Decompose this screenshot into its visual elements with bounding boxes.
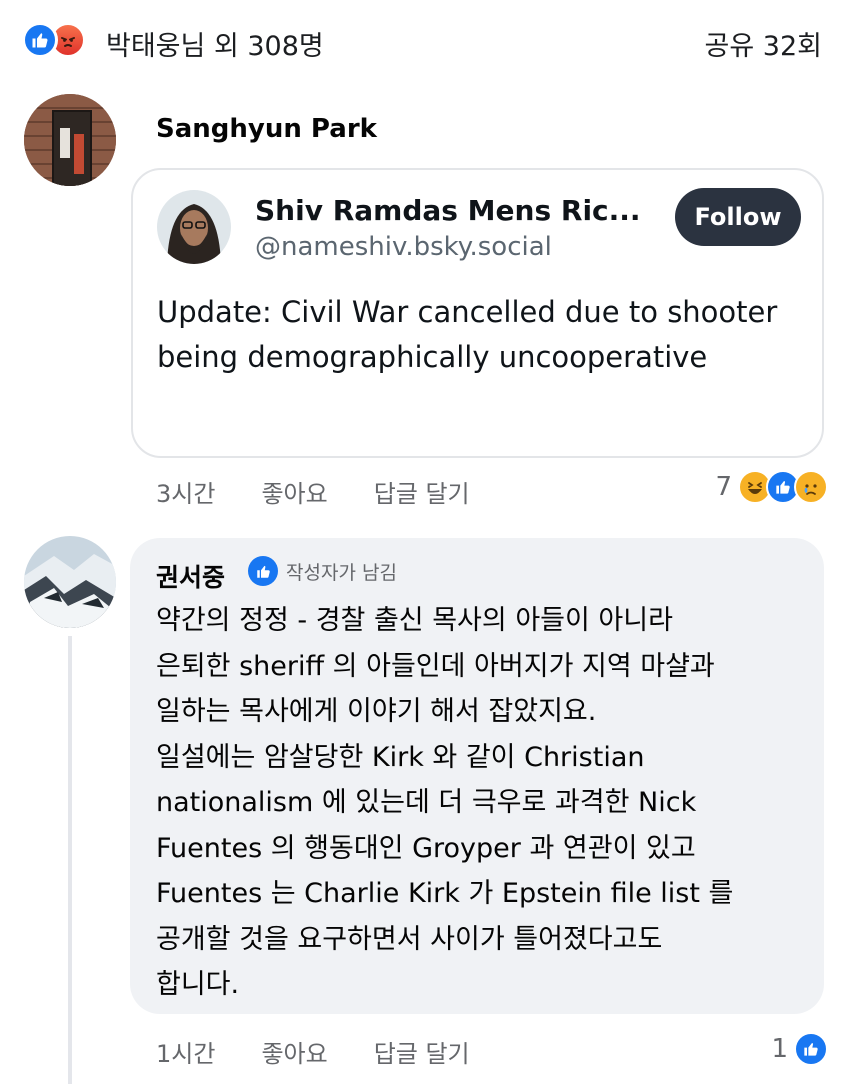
author-badge-label: 작성자가 남김 bbox=[286, 561, 397, 584]
thread-line bbox=[68, 636, 72, 1084]
embedded-post-card[interactable]: Shiv Ramdas Mens Ric... @nameshiv.bsky.s… bbox=[131, 168, 824, 458]
avatar[interactable] bbox=[24, 536, 116, 628]
comment-text: 약간의 정정 - 경찰 출신 목사의 아들이 아니라 은퇴한 sheriff 의… bbox=[156, 598, 806, 1008]
sad-reaction-icon bbox=[794, 470, 828, 504]
comment-author-name[interactable]: 권서중 bbox=[156, 558, 225, 594]
comment-reactions[interactable]: 1 bbox=[771, 1032, 828, 1066]
like-button[interactable]: 좋아요 bbox=[261, 1034, 327, 1069]
comment-author-name[interactable]: Sanghyun Park bbox=[156, 114, 377, 144]
follow-button[interactable]: Follow bbox=[675, 188, 801, 246]
comment-text-line: Fuentes 는 Charlie Kirk 가 Epstein file li… bbox=[156, 878, 734, 909]
shares-count-link[interactable]: 공유 32회 bbox=[705, 24, 822, 63]
comment-timestamp[interactable]: 3시간 bbox=[156, 474, 215, 509]
comment-text-line: nationalism 에 있는데 더 극우로 과격한 Nick bbox=[156, 787, 697, 818]
comment-actions: 3시간 좋아요 답글 달기 bbox=[156, 474, 516, 509]
embedded-post-text: Update: Civil War cancelled due to shoot… bbox=[157, 295, 778, 374]
comment-text-line: 은퇴한 sheriff 의 아들인데 아버지가 지역 마샬과 bbox=[156, 650, 715, 682]
comment-reactions[interactable]: 7 bbox=[715, 470, 828, 504]
author-liked-badge: 작성자가 남김 bbox=[248, 556, 397, 586]
comment-text-line: 일하는 목사에게 이야기 해서 잡았지요. bbox=[156, 696, 597, 727]
embedded-post-handle[interactable]: @nameshiv.bsky.social bbox=[255, 232, 552, 262]
like-icon bbox=[248, 556, 278, 586]
reaction-summary-bar: 박태웅님 외 308명 공유 32회 bbox=[0, 0, 850, 80]
reply-button[interactable]: 답글 달기 bbox=[374, 474, 470, 509]
reactors-link[interactable]: 박태웅님 외 308명 bbox=[106, 24, 324, 63]
comment-actions: 1시간 좋아요 답글 달기 bbox=[156, 1034, 516, 1069]
embedded-post-avatar[interactable] bbox=[157, 190, 231, 264]
comment-text-line: 약간의 정정 - 경찰 출신 목사의 아들이 아니라 bbox=[156, 605, 673, 636]
reaction-count: 1 bbox=[771, 1034, 788, 1064]
avatar[interactable] bbox=[24, 94, 116, 186]
comment-bubble: 권서중 작성자가 남김 약간의 정정 - 경찰 출신 목사의 아들이 아니라 은… bbox=[130, 538, 824, 1014]
embedded-post-author-name[interactable]: Shiv Ramdas Mens Ric... bbox=[255, 194, 641, 227]
top-reaction-icons[interactable] bbox=[22, 22, 86, 58]
like-reaction-icon bbox=[22, 22, 58, 58]
reaction-count: 7 bbox=[715, 472, 732, 502]
comment-text-line: 일설에는 암살당한 Kirk 와 같이 Christian bbox=[156, 741, 645, 773]
comment-timestamp[interactable]: 1시간 bbox=[156, 1034, 215, 1069]
like-button[interactable]: 좋아요 bbox=[261, 474, 327, 509]
reply-button[interactable]: 답글 달기 bbox=[374, 1034, 470, 1069]
comment-text-line: 공개할 것을 요구하면서 사이가 틀어졌다고도 bbox=[156, 923, 663, 955]
comment-text-line: Fuentes 의 행동대인 Groyper 과 연관이 있고 bbox=[156, 832, 696, 864]
comment-text-line: 합니다. bbox=[156, 969, 240, 1000]
like-reaction-icon bbox=[794, 1032, 828, 1066]
